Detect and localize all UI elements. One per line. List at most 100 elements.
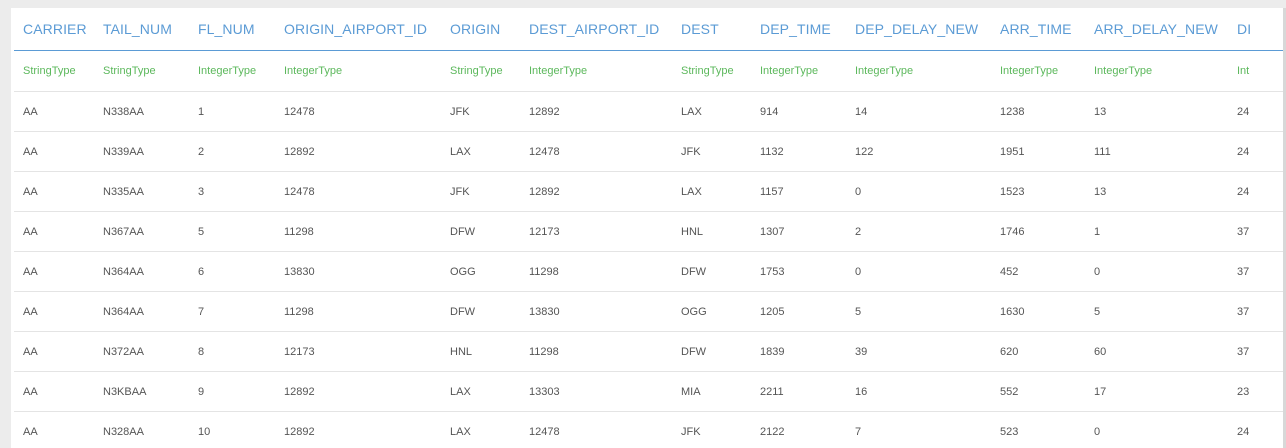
- column-type: IntegerType: [751, 50, 846, 92]
- table-cell: 1753: [751, 251, 846, 292]
- column-header[interactable]: CARRIER: [14, 8, 94, 51]
- table-cell: N339AA: [94, 131, 189, 172]
- table-cell: 12173: [520, 211, 672, 252]
- column-type: IntegerType: [846, 50, 991, 92]
- table-cell: 111: [1085, 131, 1228, 172]
- table-cell: 1951: [991, 131, 1085, 172]
- table-cell: 23: [1228, 371, 1286, 412]
- table-cell: 9: [189, 371, 275, 412]
- table-cell: N364AA: [94, 251, 189, 292]
- table-cell: 12892: [275, 131, 441, 172]
- column-header[interactable]: ORIGIN: [441, 8, 520, 51]
- table-cell: 552: [991, 371, 1085, 412]
- table-cell: N328AA: [94, 411, 189, 448]
- table-cell: 5: [1085, 291, 1228, 332]
- table-cell: 914: [751, 91, 846, 132]
- table-cell: 10: [189, 411, 275, 448]
- table-cell: 1307: [751, 211, 846, 252]
- table-cell: 2122: [751, 411, 846, 448]
- table-cell: 11298: [520, 251, 672, 292]
- table-cell: 5: [846, 291, 991, 332]
- table-row: AA N364AA 6 13830 OGG 11298 DFW 1753 0 452 0 37: [14, 251, 1286, 292]
- table-cell: 1523: [991, 171, 1085, 212]
- table-cell: N3KBAA: [94, 371, 189, 412]
- table-cell: 523: [991, 411, 1085, 448]
- table-cell: DFW: [441, 291, 520, 332]
- column-type: StringType: [94, 50, 189, 92]
- table-cell: 37: [1228, 291, 1286, 332]
- table-cell: 2: [189, 131, 275, 172]
- table-cell: AA: [14, 131, 94, 172]
- table-cell: 16: [846, 371, 991, 412]
- table-cell: HNL: [672, 211, 751, 252]
- table-cell: 122: [846, 131, 991, 172]
- type-row: StringType StringType IntegerType IntegerTy…: [14, 50, 1286, 92]
- table-cell: 7: [189, 291, 275, 332]
- table-cell: 24: [1228, 91, 1286, 132]
- table-row: AA N338AA 1 12478 JFK 12892 LAX 914 14 1238 13 24: [14, 91, 1286, 132]
- table-cell: 1630: [991, 291, 1085, 332]
- table-cell: 11298: [520, 331, 672, 372]
- column-type: IntegerType: [991, 50, 1085, 92]
- table-cell: 12892: [520, 171, 672, 212]
- data-table: CARRIER TAIL_NUM FL_NUM ORIGIN_AIRPORT_ID OR…: [14, 8, 1286, 448]
- table-cell: 6: [189, 251, 275, 292]
- table-row: AA N3KBAA 9 12892 LAX 13303 MIA 2211 16 552 17 23: [14, 371, 1286, 412]
- table-cell: AA: [14, 211, 94, 252]
- column-header[interactable]: TAIL_NUM: [94, 8, 189, 51]
- table-cell: AA: [14, 251, 94, 292]
- table-cell: 0: [1085, 411, 1228, 448]
- column-header[interactable]: FL_NUM: [189, 8, 275, 51]
- column-type: IntegerType: [1085, 50, 1228, 92]
- table-cell: AA: [14, 291, 94, 332]
- table-cell: 0: [846, 171, 991, 212]
- table-cell: 1205: [751, 291, 846, 332]
- table-cell: 12173: [275, 331, 441, 372]
- column-header[interactable]: ARR_DELAY_NEW: [1085, 8, 1228, 51]
- column-header[interactable]: DEP_TIME: [751, 8, 846, 51]
- table-cell: 1157: [751, 171, 846, 212]
- table-cell: 12478: [275, 171, 441, 212]
- table-cell: 620: [991, 331, 1085, 372]
- table-cell: 1132: [751, 131, 846, 172]
- column-header[interactable]: DI: [1228, 8, 1286, 51]
- table-cell: 12478: [275, 91, 441, 132]
- table-cell: 2: [846, 211, 991, 252]
- table-cell: 37: [1228, 211, 1286, 252]
- table-cell: HNL: [441, 331, 520, 372]
- table-cell: 39: [846, 331, 991, 372]
- table-cell: 8: [189, 331, 275, 372]
- table-cell: DFW: [441, 211, 520, 252]
- table-body: StringType StringType IntegerType IntegerTy…: [14, 50, 1286, 448]
- table-cell: MIA: [672, 371, 751, 412]
- table-cell: JFK: [672, 411, 751, 448]
- column-header[interactable]: DEP_DELAY_NEW: [846, 8, 991, 51]
- table-cell: 24: [1228, 171, 1286, 212]
- table-cell: 60: [1085, 331, 1228, 372]
- column-header[interactable]: ORIGIN_AIRPORT_ID: [275, 8, 441, 51]
- table-cell: 12892: [275, 371, 441, 412]
- table-cell: 12892: [275, 411, 441, 448]
- table-row: AA N372AA 8 12173 HNL 11298 DFW 1839 39 620 60 37: [14, 331, 1286, 372]
- table-cell: 37: [1228, 251, 1286, 292]
- table-cell: LAX: [441, 371, 520, 412]
- table-cell: 0: [846, 251, 991, 292]
- table-cell: 13830: [520, 291, 672, 332]
- table-cell: 1839: [751, 331, 846, 372]
- table-cell: 12478: [520, 411, 672, 448]
- table-cell: 13830: [275, 251, 441, 292]
- column-type: StringType: [14, 50, 94, 92]
- table-cell: JFK: [441, 171, 520, 212]
- column-type: IntegerType: [275, 50, 441, 92]
- column-type: IntegerType: [189, 50, 275, 92]
- column-header[interactable]: DEST: [672, 8, 751, 51]
- column-header[interactable]: DEST_AIRPORT_ID: [520, 8, 672, 51]
- table-cell: AA: [14, 411, 94, 448]
- table-cell: 12892: [520, 91, 672, 132]
- table-cell: LAX: [441, 131, 520, 172]
- table-cell: N367AA: [94, 211, 189, 252]
- table-cell: 13: [1085, 171, 1228, 212]
- column-header[interactable]: ARR_TIME: [991, 8, 1085, 51]
- table-row: AA N328AA 10 12892 LAX 12478 JFK 2122 7 523 0 24: [14, 411, 1286, 448]
- table-cell: 13303: [520, 371, 672, 412]
